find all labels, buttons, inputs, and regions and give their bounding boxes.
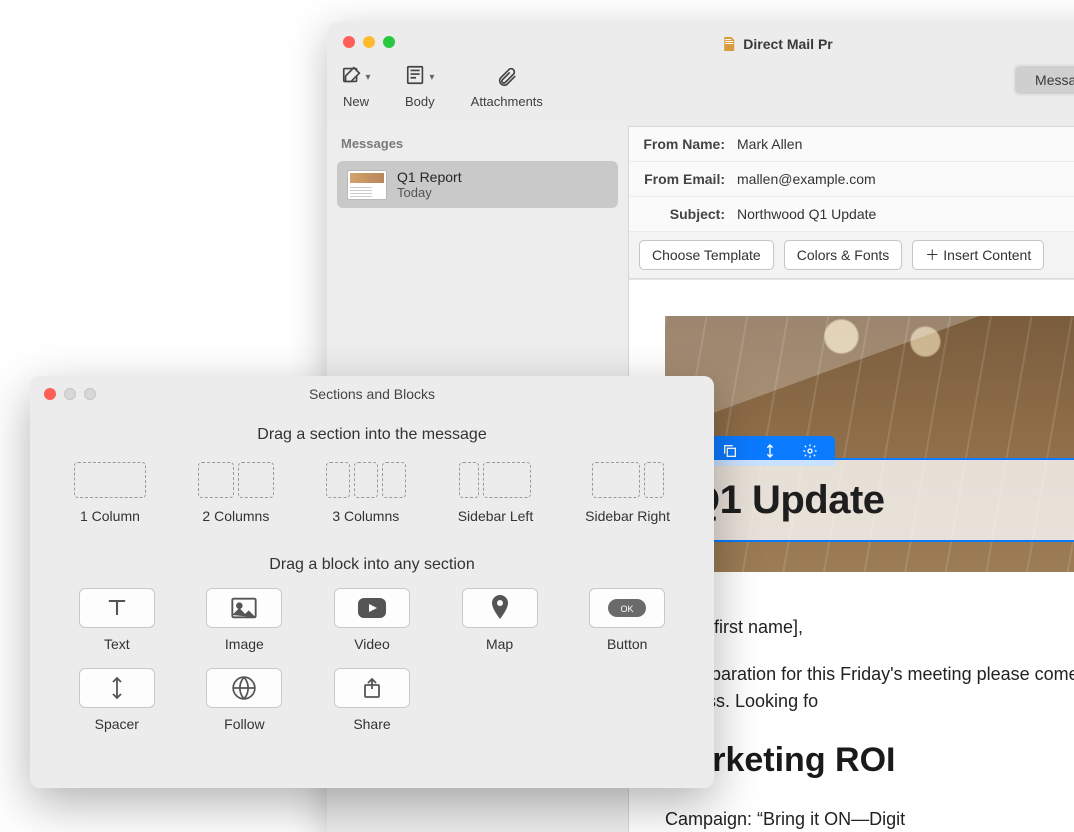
window-traffic-lights [327, 22, 1074, 48]
document-icon [721, 36, 737, 52]
subject-field[interactable]: Northwood Q1 Update [737, 206, 876, 222]
minimize-icon[interactable] [363, 36, 375, 48]
choose-template-button[interactable]: Choose Template [639, 240, 774, 270]
block-follow[interactable]: Follow [186, 668, 304, 732]
new-label: New [343, 94, 369, 109]
insert-content-label: Insert Content [943, 247, 1031, 263]
from-email-label: From Email: [629, 171, 725, 187]
blocks-grid: Text Image Video Map OK Button Spacer Fo… [30, 574, 714, 746]
new-button[interactable]: ▾ New [343, 64, 369, 109]
block-share[interactable]: Share [313, 668, 431, 732]
body-button[interactable]: ▾ Body [405, 64, 435, 109]
tab-messages[interactable]: Messages [1015, 66, 1074, 94]
message-list-item[interactable]: Q1 Report Today [337, 161, 618, 208]
button-icon: OK [589, 588, 665, 628]
compose-icon [341, 64, 363, 91]
block-label: Button [607, 636, 647, 652]
editor-actions: Choose Template Colors & Fonts ＋ Insert … [629, 232, 1074, 279]
block-label: Spacer [95, 716, 139, 732]
paperclip-icon [494, 64, 520, 90]
insert-content-button[interactable]: ＋ Insert Content [912, 240, 1044, 270]
section-1-column[interactable]: 1 Column [74, 462, 146, 524]
section-2-columns[interactable]: 2 Columns [198, 462, 274, 524]
from-email-field[interactable]: mallen@example.com [737, 171, 876, 187]
map-pin-icon [462, 588, 538, 628]
window-title-text: Direct Mail Pr [743, 36, 832, 52]
text-icon [79, 588, 155, 628]
block-label: Text [104, 636, 130, 652]
zoom-icon[interactable] [383, 36, 395, 48]
blocks-subtitle: Drag a block into any section [30, 556, 714, 574]
section-sidebar-right[interactable]: Sidebar Right [585, 462, 670, 524]
section-3-columns[interactable]: 3 Columns [326, 462, 406, 524]
plus-icon: ＋ [925, 245, 939, 265]
view-tabs: Messages Addresses [1013, 64, 1074, 96]
window-title: Direct Mail Pr [721, 36, 832, 52]
message-title: Q1 Report [397, 169, 462, 185]
block-label: Image [225, 636, 264, 652]
body-label: Body [405, 94, 435, 109]
block-map[interactable]: Map [441, 588, 559, 652]
section-label: Sidebar Left [458, 508, 534, 524]
colors-fonts-button[interactable]: Colors & Fonts [784, 240, 903, 270]
palette-window: Sections and Blocks Drag a section into … [30, 376, 714, 788]
share-icon [334, 668, 410, 708]
chevron-down-icon: ▾ [429, 72, 434, 83]
sections-row: 1 Column 2 Columns 3 Columns Sidebar Lef… [30, 444, 714, 532]
block-label: Map [486, 636, 513, 652]
block-text[interactable]: Text [58, 588, 176, 652]
image-icon [206, 588, 282, 628]
attachments-button[interactable]: Attachments [471, 64, 543, 109]
paragraph-1: In preparation for this Friday's meeting… [665, 661, 1074, 715]
attachments-label: Attachments [471, 94, 543, 109]
block-video[interactable]: Video [313, 588, 431, 652]
from-name-field[interactable]: Mark Allen [737, 136, 802, 152]
subject-label: Subject: [629, 206, 725, 222]
section-label: 1 Column [80, 508, 140, 524]
section-label: Sidebar Right [585, 508, 670, 524]
video-icon [334, 588, 410, 628]
chevron-down-icon: ▾ [365, 72, 370, 83]
block-label: Video [354, 636, 390, 652]
block-button[interactable]: OK Button [568, 588, 686, 652]
email-body-text[interactable]: Dear [first name], In preparation for th… [665, 614, 1074, 832]
spacer-icon [79, 668, 155, 708]
message-date: Today [397, 185, 462, 200]
palette-title: Sections and Blocks [30, 376, 714, 402]
zoom-icon [84, 388, 96, 400]
section-heading: Marketing ROI [665, 735, 1074, 786]
block-image[interactable]: Image [186, 588, 304, 652]
sections-subtitle: Drag a section into the message [30, 426, 714, 444]
sidebar-header: Messages [327, 126, 628, 159]
svg-text:OK: OK [621, 604, 634, 614]
minimize-icon [64, 388, 76, 400]
from-name-label: From Name: [629, 136, 725, 152]
section-sidebar-left[interactable]: Sidebar Left [458, 462, 534, 524]
block-spacer[interactable]: Spacer [58, 668, 176, 732]
selected-text-block[interactable]: Q1 Update [665, 458, 1074, 542]
close-icon[interactable] [44, 388, 56, 400]
toolbar: ▾ New ▾ Body Attachments [343, 64, 543, 109]
section-label: 2 Columns [202, 508, 269, 524]
globe-icon [206, 668, 282, 708]
hero-heading[interactable]: Q1 Update [689, 478, 885, 523]
layout-icon [405, 64, 427, 91]
message-thumbnail-icon [347, 170, 387, 200]
message-text: Q1 Report Today [397, 169, 462, 200]
greeting-text: Dear [first name], [665, 614, 1074, 641]
palette-traffic-lights [44, 388, 96, 400]
section-label: 3 Columns [332, 508, 399, 524]
email-headers: From Name: Mark Allen From Email: mallen… [629, 127, 1074, 280]
hero-image-block[interactable]: Q1 Update [665, 316, 1074, 572]
block-label: Follow [224, 716, 264, 732]
close-icon[interactable] [343, 36, 355, 48]
block-label: Share [353, 716, 390, 732]
paragraph-2: Campaign: “Bring it ON—Digit [665, 806, 1074, 832]
